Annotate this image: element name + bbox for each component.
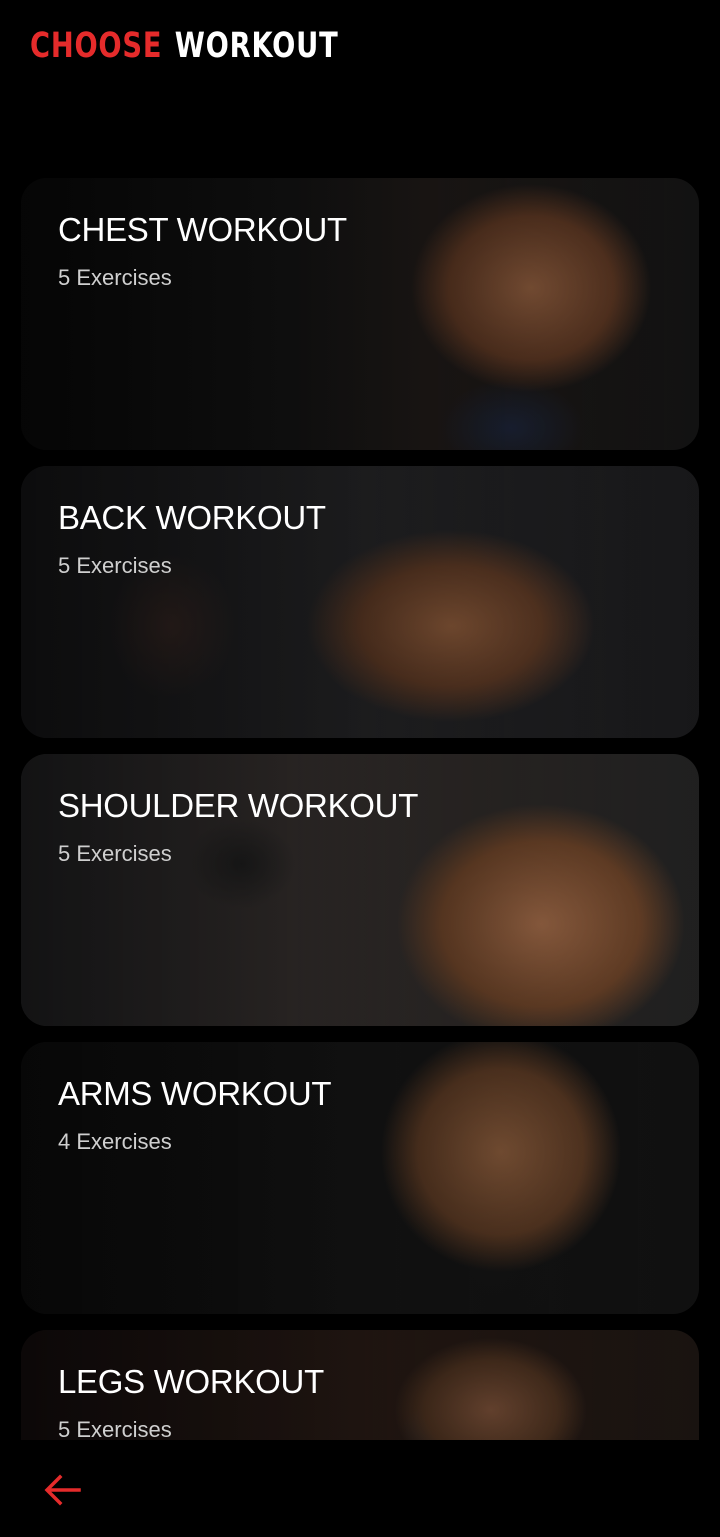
arrow-left-icon <box>44 1474 81 1506</box>
workout-list[interactable]: CHEST WORKOUT 5 Exercises BACK WORKOUT 5… <box>21 178 699 1440</box>
page-title: CHOOSE WORKOUT <box>30 24 339 68</box>
exercise-count: 5 Exercises <box>58 1417 172 1440</box>
page-title-main: WORKOUT <box>174 26 339 66</box>
exercise-count: 4 Exercises <box>58 1129 172 1154</box>
workout-card-legs[interactable]: LEGS WORKOUT 5 Exercises <box>21 1330 699 1440</box>
page-title-accent: CHOOSE <box>30 26 163 66</box>
workout-card-chest[interactable]: CHEST WORKOUT 5 Exercises <box>21 178 699 450</box>
workout-title: CHEST WORKOUT <box>58 211 347 248</box>
back-button[interactable] <box>40 1468 84 1512</box>
exercise-count: 5 Exercises <box>58 265 172 290</box>
workout-card-arms[interactable]: ARMS WORKOUT 4 Exercises <box>21 1042 699 1314</box>
workout-title: LEGS WORKOUT <box>58 1363 324 1400</box>
workout-title: BACK WORKOUT <box>58 499 326 536</box>
exercise-count: 5 Exercises <box>58 841 172 866</box>
workout-card-back[interactable]: BACK WORKOUT 5 Exercises <box>21 466 699 738</box>
exercise-count: 5 Exercises <box>58 553 172 578</box>
workout-title: ARMS WORKOUT <box>58 1075 332 1112</box>
workout-title: SHOULDER WORKOUT <box>58 787 419 824</box>
workout-card-shoulder[interactable]: SHOULDER WORKOUT 5 Exercises <box>21 754 699 1026</box>
